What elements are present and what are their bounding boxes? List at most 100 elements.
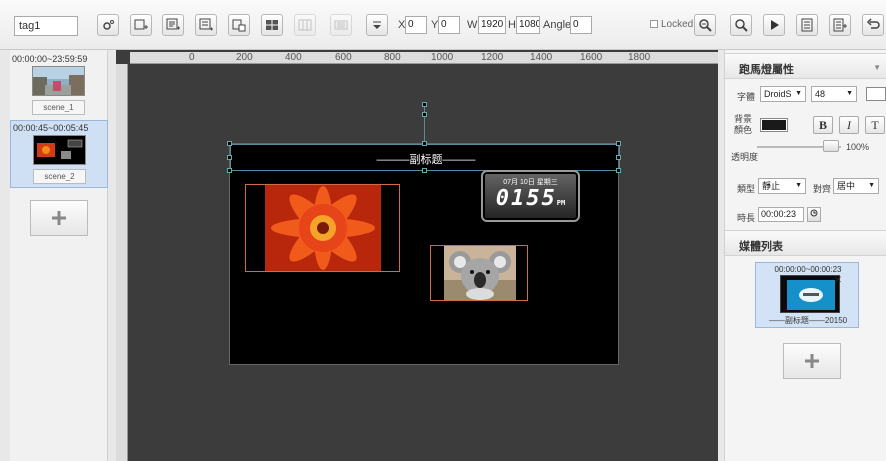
clock-suffix: PM — [556, 199, 566, 207]
layout-button[interactable] — [261, 14, 283, 36]
collapse-icon[interactable]: ▼ — [873, 63, 881, 72]
type-select[interactable]: 靜止 ▼ — [758, 178, 806, 194]
angle-input[interactable]: 0 — [570, 16, 592, 34]
x-input[interactable]: 0 — [405, 16, 427, 34]
duration-picker-button[interactable] — [807, 207, 821, 222]
scene-time: 00:00:45~00:05:45 — [13, 123, 89, 133]
dropdown-arrow-icon — [373, 21, 381, 29]
width-input[interactable]: 1920 — [478, 16, 506, 34]
ruler-top: 0 200 400 600 800 1000 1200 1400 1600 18… — [130, 52, 718, 64]
media-list-title: 媒體列表 — [739, 241, 783, 253]
opacity-slider-thumb[interactable] — [823, 140, 839, 152]
bold-button[interactable]: B — [813, 116, 833, 134]
split-icon — [298, 19, 312, 31]
align-dropdown-button[interactable] — [366, 14, 388, 36]
opacity-label: 透明度 — [731, 152, 759, 162]
font-size-select[interactable]: 48 ▼ — [811, 86, 857, 102]
add-media-item-button[interactable] — [783, 343, 841, 379]
add-region-button[interactable] — [130, 14, 152, 36]
height-input[interactable]: 1080 — [516, 16, 540, 34]
add-scene-button[interactable] — [30, 200, 88, 236]
clock-icon — [810, 209, 818, 217]
koala-media-region[interactable] — [430, 245, 528, 301]
marquee-properties-title: 跑馬燈屬性 — [739, 64, 794, 76]
digital-clock[interactable]: 07月 10日 星期三 0155PM — [481, 170, 580, 222]
align-select[interactable]: 居中 ▼ — [833, 178, 879, 194]
save-as-button[interactable] — [829, 14, 851, 36]
resize-handle-tl[interactable] — [227, 141, 232, 146]
tag-input[interactable]: tag1 — [14, 16, 78, 36]
underline-button[interactable]: T — [865, 116, 885, 134]
scene-thumbnail — [33, 135, 86, 165]
flower-image — [265, 185, 381, 271]
save-as-icon — [833, 18, 847, 32]
y-input[interactable]: 0 — [438, 16, 460, 34]
resize-handle-bm[interactable] — [422, 168, 427, 173]
zoom-in-icon — [735, 19, 748, 32]
add-region-icon — [134, 19, 148, 30]
add-list-button[interactable] — [195, 14, 217, 36]
save-button[interactable] — [796, 14, 818, 36]
media-item-time: 00:00:00~00:00:23 — [774, 265, 842, 274]
undo-button[interactable] — [862, 14, 884, 36]
play-button[interactable] — [763, 14, 785, 36]
resize-handle-bl[interactable] — [227, 168, 232, 173]
close-icon[interactable]: ✕ — [834, 275, 842, 286]
rotation-handle[interactable] — [422, 102, 427, 107]
media-list-item[interactable]: 00:00:00~00:00:23 ✕ ——副标题——20150 — [755, 262, 859, 328]
resize-handle-ml[interactable] — [227, 155, 232, 160]
zoom-in-button[interactable] — [730, 14, 752, 36]
scene-thumbnail — [32, 66, 85, 96]
canvas-area[interactable]: 0 200 400 600 800 1000 1200 1400 1600 18… — [116, 50, 718, 461]
scene-name: scene_2 — [33, 169, 86, 184]
marquee-properties-header[interactable]: 跑馬燈屬性 ▼ — [725, 53, 886, 79]
resize-handle-tr[interactable] — [616, 141, 621, 146]
zoom-out-button[interactable] — [694, 14, 716, 36]
zoom-out-icon — [699, 19, 712, 32]
scene-panel: 00:00:00~23:59:59 scene_1 00:00:45~00:05… — [10, 50, 108, 461]
resize-handle-br[interactable] — [616, 168, 621, 173]
bg-color-label: 背景顏色 — [733, 114, 752, 135]
media-item-thumbnail — [780, 275, 840, 313]
distribute-button[interactable] — [330, 14, 352, 36]
text-color-fill — [868, 89, 884, 99]
scene-2-thumbnail-image — [34, 136, 85, 164]
scene-item-1[interactable]: 00:00:00~23:59:59 scene_1 — [10, 52, 108, 120]
font-size-value: 48 — [815, 89, 826, 99]
italic-button[interactable]: I — [839, 116, 859, 134]
add-text-button[interactable] — [162, 14, 184, 36]
scene-item-2[interactable]: 00:00:45~00:05:45 scene_2 — [10, 120, 108, 188]
undo-icon — [866, 18, 880, 29]
plus-icon — [52, 211, 66, 225]
font-select[interactable]: DroidS ▼ — [760, 86, 806, 102]
clock-time: 0155PM — [483, 186, 578, 211]
plus-icon — [805, 354, 819, 368]
scene-name: scene_1 — [32, 100, 85, 115]
scene-time: 00:00:00~23:59:59 — [12, 54, 88, 64]
locked-checkbox[interactable] — [650, 20, 658, 28]
font-select-value: DroidS — [764, 89, 792, 99]
distribute-icon — [334, 20, 348, 30]
flower-media-region[interactable] — [245, 184, 400, 272]
settings-button[interactable] — [97, 14, 119, 36]
bg-color-swatch[interactable] — [760, 118, 788, 132]
ruler-label: 600 — [335, 52, 352, 63]
add-media-icon — [232, 19, 246, 32]
ruler-label: 400 — [285, 52, 302, 63]
resize-handle-tm[interactable] — [422, 141, 427, 146]
ruler-label: 1600 — [580, 52, 603, 63]
play-icon — [771, 20, 779, 30]
subtitle-region[interactable]: ———副标题——— — [230, 144, 620, 171]
media-list-header[interactable]: 媒體列表 — [725, 230, 886, 256]
split-button[interactable] — [294, 14, 316, 36]
toolbar: tag1 X 0 Y 0 W 1920 H 1080 Angle 0 Locke… — [0, 0, 886, 50]
media-preview-image — [781, 276, 839, 312]
duration-input[interactable]: 00:00:23 — [758, 207, 804, 222]
text-color-swatch[interactable] — [866, 87, 886, 101]
stage[interactable]: ———副标题——— 07月 10日 星期三 0155PM — [227, 141, 621, 365]
rotation-handle-mid[interactable] — [422, 112, 427, 117]
ruler-label: 1400 — [530, 52, 553, 63]
add-media-button[interactable] — [228, 14, 250, 36]
resize-handle-mr[interactable] — [616, 155, 621, 160]
media-item-caption: ——副标题——20150 — [768, 316, 848, 325]
